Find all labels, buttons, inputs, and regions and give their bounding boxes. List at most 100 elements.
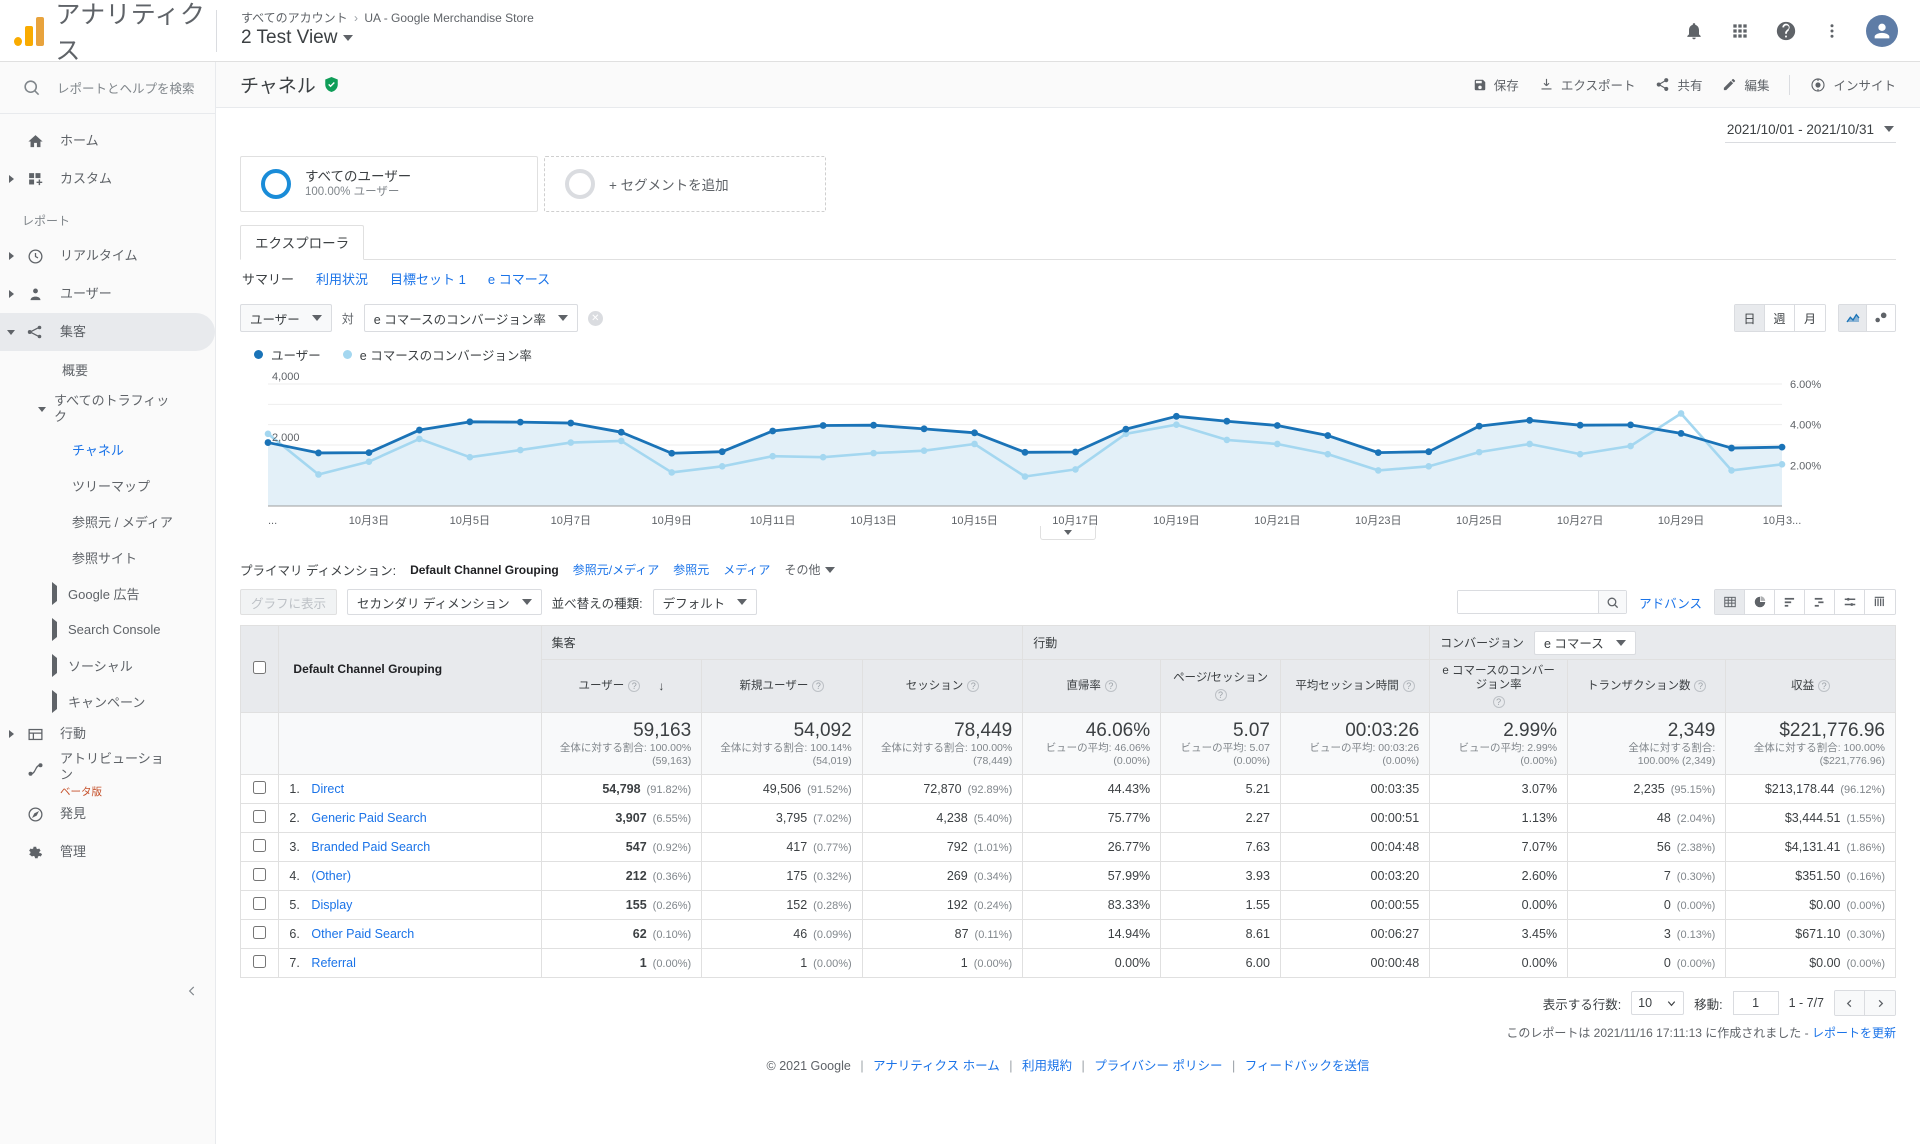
dimension-header[interactable]: Default Channel Grouping (278, 625, 542, 713)
breadcrumb-account[interactable]: すべてのアカウント (241, 11, 348, 25)
table-row[interactable]: 1. Direct 54,798 (91.82%) 49,506 (91.52%) 72,8… (239, 774, 1896, 804)
sidebar-item-campaigns[interactable]: キャンペーン (0, 683, 215, 719)
metric-header-sessions[interactable]: セッション? (861, 659, 1024, 713)
table-row[interactable]: 3. Branded Paid Search 547 (0.92%) 417 (0.77%… (239, 832, 1896, 862)
metric-header-avg-session-duration[interactable]: 平均セッション時間? (1279, 659, 1431, 713)
sidebar-item-discover[interactable]: 発見 (0, 795, 215, 833)
expand-arrow-icon[interactable] (0, 252, 22, 260)
table-row[interactable]: 5. Display 155 (0.26%) 152 (0.28%) 192 (0.24%) 8… (239, 890, 1896, 920)
motion-chart-button[interactable] (1867, 305, 1895, 331)
edit-button[interactable]: 編集 (1722, 75, 1769, 94)
sidebar-item-social[interactable]: ソーシャル (0, 647, 215, 683)
footer-link-home[interactable]: アナリティクス ホーム (873, 1059, 1000, 1073)
sidebar-item-admin[interactable]: 管理 (0, 833, 215, 871)
table-row[interactable]: 6. Other Paid Search 62 (0.10%) 46 (0.09%) 87 (… (239, 919, 1896, 949)
table-search[interactable] (1457, 590, 1628, 614)
sidebar-item-channels[interactable]: チャネル (0, 431, 215, 467)
tab-goal-set-1[interactable]: 目標セット 1 (390, 269, 466, 288)
help-icon[interactable]: ? (1492, 696, 1505, 708)
metric-header-transactions[interactable]: トランザクション数? (1567, 659, 1727, 713)
goto-input[interactable] (1732, 991, 1779, 1015)
dimension-link-source[interactable]: 参照元 (673, 561, 709, 578)
sort-type-select[interactable]: デフォルト (652, 589, 758, 615)
help-icon[interactable]: ? (1214, 689, 1227, 701)
sidebar-item-search-console[interactable]: Search Console (0, 611, 215, 647)
sidebar-item-google-ads[interactable]: Google 広告 (0, 575, 215, 611)
date-range-picker[interactable]: 2021/10/01 - 2021/10/31 (1724, 118, 1896, 143)
sidebar-item-home[interactable]: ホーム (0, 122, 215, 160)
row-checkbox[interactable] (253, 955, 267, 968)
advanced-filter-link[interactable]: アドバンス (1639, 593, 1702, 612)
share-button[interactable]: 共有 (1655, 75, 1702, 94)
table-row[interactable]: 7. Referral 1 (0.00%) 1 (0.00%) 1 (0.00%) 0.00% 6… (239, 948, 1896, 978)
table-row[interactable]: 2. Generic Paid Search 3,907 (6.55%) 3,795 (7… (239, 803, 1896, 833)
expand-arrow-icon[interactable] (52, 689, 68, 713)
metric-secondary-select[interactable]: e コマースのコンバージョン率 (363, 304, 578, 332)
search-button[interactable] (1598, 591, 1627, 613)
dimension-link-medium[interactable]: メディア (723, 561, 770, 578)
help-icon[interactable]: ? (1694, 680, 1707, 692)
comparison-view-icon[interactable] (1805, 590, 1835, 614)
expand-arrow-icon[interactable] (52, 581, 68, 605)
row-dimension-link[interactable]: Other Paid Search (311, 927, 414, 941)
sidebar-item-referrals[interactable]: 参照サイト (0, 539, 215, 575)
granularity-month-button[interactable]: 月 (1795, 305, 1825, 331)
conversion-type-select[interactable]: e コマース (1533, 630, 1636, 655)
primary-dimension-current[interactable]: Default Channel Grouping (410, 563, 559, 577)
line-chart-button[interactable] (1839, 305, 1867, 331)
select-all-checkbox[interactable] (253, 661, 267, 674)
segment-all-users[interactable]: すべてのユーザー 100.00% ユーザー (240, 156, 538, 212)
footer-link-terms[interactable]: 利用規約 (1022, 1059, 1072, 1073)
add-segment-button[interactable]: + セグメントを追加 (544, 156, 826, 212)
row-dimension-link[interactable]: Direct (311, 782, 344, 796)
row-checkbox[interactable] (253, 897, 267, 910)
metric-header-pages-per-session[interactable]: ページ/セッション? (1160, 659, 1281, 713)
expand-arrow-icon[interactable] (0, 175, 22, 183)
save-button[interactable]: 保存 (1473, 75, 1519, 94)
row-dimension-link[interactable]: Referral (311, 956, 355, 970)
refresh-report-link[interactable]: レポートを更新 (1812, 1026, 1896, 1040)
row-checkbox[interactable] (253, 810, 267, 823)
help-icon[interactable]: ? (967, 680, 980, 692)
next-page-button[interactable] (1865, 991, 1895, 1015)
collapse-arrow-icon[interactable] (0, 406, 54, 412)
footer-link-privacy[interactable]: プライバシー ポリシー (1094, 1059, 1222, 1073)
table-view-icon[interactable] (1715, 590, 1745, 614)
sidebar-item-acquisition[interactable]: 集客 (0, 313, 215, 351)
row-dimension-link[interactable]: Display (311, 898, 352, 912)
help-icon[interactable]: ? (812, 680, 825, 692)
tab-summary[interactable]: サマリー (242, 269, 294, 288)
sidebar-item-all-traffic[interactable]: すべてのトラフィック (0, 387, 215, 431)
metric-header-users[interactable]: ユーザー? ↓ (540, 659, 703, 713)
previous-page-button[interactable] (1835, 991, 1865, 1015)
row-checkbox[interactable] (253, 926, 267, 939)
tab-site-usage[interactable]: 利用状況 (316, 269, 368, 288)
notifications-bell-icon[interactable] (1682, 19, 1706, 43)
sidebar-item-attribution[interactable]: アトリビューション ベータ版 (0, 749, 215, 798)
dimension-more-button[interactable]: その他 (784, 561, 836, 578)
row-dimension-link[interactable]: Generic Paid Search (311, 811, 426, 825)
tab-ecommerce[interactable]: e コマース (488, 269, 550, 288)
help-icon[interactable] (1774, 19, 1798, 43)
help-icon[interactable]: ? (1402, 680, 1415, 692)
sidebar-item-users[interactable]: ユーザー (0, 275, 215, 313)
legend-item-users[interactable]: ユーザー (254, 345, 321, 364)
account-selector[interactable]: すべてのアカウント › UA - Google Merchandise Stor… (216, 9, 534, 52)
footer-link-feedback[interactable]: フィードバックを送信 (1245, 1059, 1370, 1073)
pivot-view-icon[interactable] (1835, 590, 1865, 614)
help-icon[interactable]: ? (1104, 680, 1117, 692)
expand-arrow-icon[interactable] (52, 617, 68, 641)
granularity-week-button[interactable]: 週 (1765, 305, 1795, 331)
remove-secondary-metric-button[interactable]: ✕ (587, 310, 603, 326)
breadcrumb-property[interactable]: UA - Google Merchandise Store (364, 11, 533, 25)
metric-primary-select[interactable]: ユーザー (240, 304, 332, 332)
timeseries-chart[interactable]: 4,000 2,000 6.00% 4.00% 2.00% (240, 370, 1896, 510)
metric-header-bounce-rate[interactable]: 直帰率? (1022, 659, 1162, 713)
sidebar-item-realtime[interactable]: リアルタイム (0, 237, 215, 275)
apps-grid-icon[interactable] (1728, 19, 1752, 43)
tab-explorer[interactable]: エクスプローラ (240, 225, 365, 260)
rows-per-page-select[interactable]: 10 (1631, 991, 1685, 1015)
expand-arrow-icon[interactable] (0, 290, 22, 298)
pie-view-icon[interactable] (1745, 590, 1775, 614)
help-icon[interactable]: ? (628, 680, 641, 692)
